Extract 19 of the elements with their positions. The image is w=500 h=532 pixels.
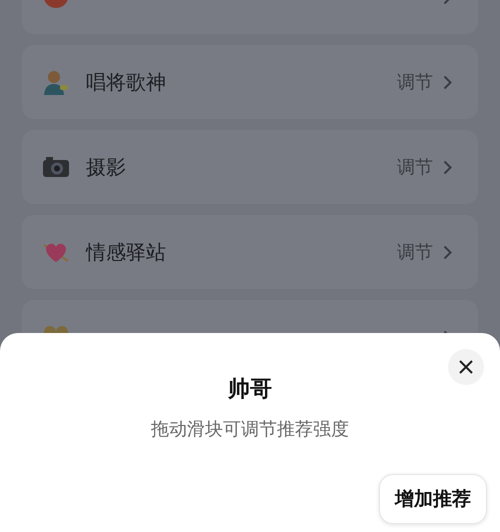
- close-button[interactable]: [448, 349, 484, 385]
- tooltip: 增加推荐: [379, 474, 487, 524]
- close-icon: [459, 360, 473, 374]
- row-label: 摄影: [86, 154, 127, 180]
- row-label: 情感驿站: [86, 238, 167, 266]
- list-card[interactable]: 唱将歌神 调节: [22, 45, 478, 119]
- list-card[interactable]: 情感驿站 调节: [22, 215, 478, 289]
- list-card[interactable]: 摄影 调节: [22, 130, 478, 204]
- camera-icon: [42, 156, 70, 178]
- row-label: 唱将歌神: [86, 68, 167, 96]
- chevron-right-icon: [443, 244, 452, 260]
- chevron-right-icon: [443, 160, 452, 174]
- adjust-link[interactable]: 调节: [397, 70, 433, 94]
- sheet-title: 帅哥: [228, 376, 272, 404]
- adjust-link[interactable]: 调节: [397, 155, 433, 179]
- adjust-link[interactable]: 调节: [397, 240, 433, 264]
- sheet-subtitle: 拖动滑块可调节推荐强度: [151, 418, 349, 442]
- person-with-microphone-icon: [42, 69, 70, 95]
- chevron-right-icon: [443, 74, 452, 90]
